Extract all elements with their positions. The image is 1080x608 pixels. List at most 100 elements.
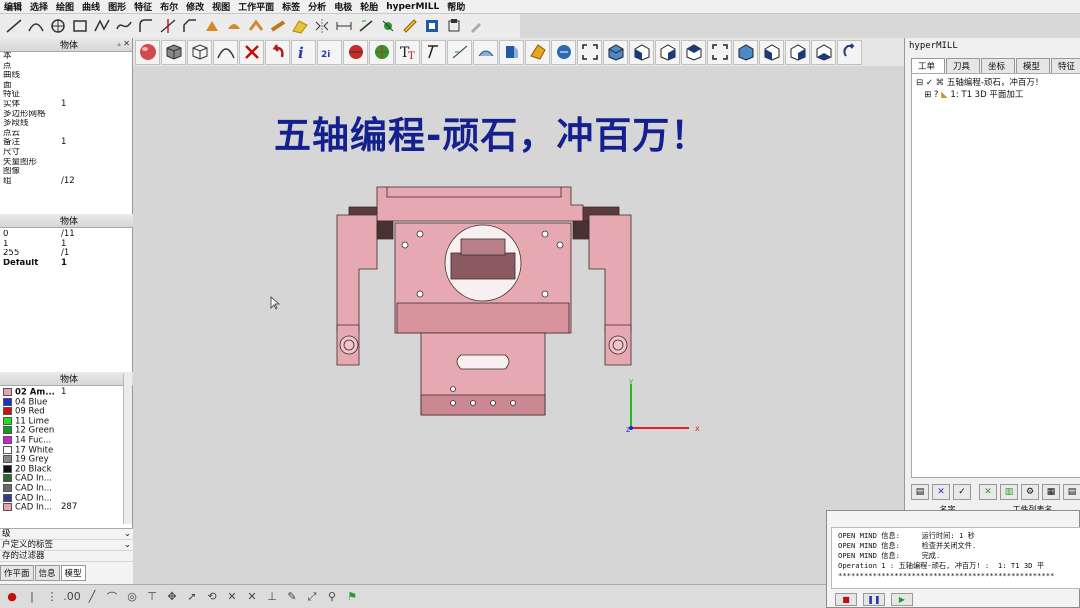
pen-tool-icon[interactable]: [466, 16, 486, 36]
info-2d-icon[interactable]: 2i: [317, 39, 342, 65]
render-icon[interactable]: [551, 39, 576, 65]
chamfer-tool-icon[interactable]: [180, 16, 200, 36]
list-item[interactable]: 组/12: [0, 176, 133, 187]
menu-item[interactable]: 轮胎: [356, 0, 382, 13]
cross-icon[interactable]: ✕: [224, 589, 240, 605]
arrow-icon[interactable]: ➚: [184, 589, 200, 605]
scan-icon[interactable]: [473, 39, 498, 65]
curve-icon[interactable]: [213, 39, 238, 65]
list-item[interactable]: 多段线: [0, 119, 133, 129]
pen-icon[interactable]: ✎: [284, 589, 300, 605]
color-list-item[interactable]: 02 Am... 1: [0, 387, 124, 398]
list-item[interactable]: 面: [0, 81, 133, 91]
filter-row-level[interactable]: 级 ⌄: [0, 529, 133, 540]
target-icon[interactable]: ◎: [124, 589, 140, 605]
menu-item[interactable]: 工作平面: [234, 0, 278, 13]
delete-icon[interactable]: ✕: [932, 484, 950, 500]
info-icon[interactable]: i: [291, 39, 316, 65]
left-view-icon[interactable]: [759, 39, 784, 65]
circle-tool-icon[interactable]: [48, 16, 68, 36]
menu-item[interactable]: 选择: [26, 0, 52, 13]
bars-icon[interactable]: ▥: [1000, 484, 1018, 500]
filter-row-saved-filters[interactable]: 存的过滤器: [0, 551, 133, 562]
mirror-tool-icon[interactable]: [312, 16, 332, 36]
stop-icon[interactable]: ■: [835, 593, 857, 606]
decimal-icon[interactable]: .00: [63, 589, 81, 605]
job-tree-root[interactable]: ⊟ ✓ ⌘ 五轴编程-顽石，冲百万！: [916, 77, 1076, 89]
gear-icon[interactable]: ⚙: [1021, 484, 1039, 500]
trim-tool-icon[interactable]: [158, 16, 178, 36]
line-icon[interactable]: ╱: [84, 589, 100, 605]
tab-model[interactable]: 模型: [60, 565, 86, 581]
menu-item[interactable]: 曲线: [78, 0, 104, 13]
list-item[interactable]: 点云: [0, 129, 133, 139]
spline-tool-icon[interactable]: [114, 16, 134, 36]
menu-item[interactable]: hyperMILL: [382, 2, 443, 12]
menu-item[interactable]: 编辑: [0, 0, 26, 13]
cross-2-icon[interactable]: ✕: [244, 589, 260, 605]
globe-icon[interactable]: [369, 39, 394, 65]
snap-icon[interactable]: ⊤: [144, 589, 160, 605]
color-list-item[interactable]: 17 White: [0, 445, 124, 456]
surface-tool-icon[interactable]: [290, 16, 310, 36]
chart-icon[interactable]: ▦: [1042, 484, 1060, 500]
sweep-tool-icon[interactable]: [246, 16, 266, 36]
top-view-icon[interactable]: [681, 39, 706, 65]
list-item[interactable]: 尺寸: [0, 148, 133, 158]
list-item[interactable]: 备注 1: [0, 138, 133, 148]
tab-3[interactable]: 模型: [1016, 58, 1050, 74]
job-tree-operation[interactable]: ⊞ ? ◣ 1: T1 3D 平面加工: [916, 89, 1076, 101]
color-list-item[interactable]: 20 Black: [0, 464, 124, 475]
shade-icon[interactable]: [525, 39, 550, 65]
tab-4[interactable]: 特征: [1051, 58, 1080, 74]
tab-1[interactable]: 刀具: [946, 58, 980, 74]
color-list-item[interactable]: 04 Blue: [0, 397, 124, 408]
globe-icon[interactable]: ●: [4, 589, 20, 605]
list-item[interactable]: 点: [0, 62, 133, 72]
move-icon[interactable]: ✥: [164, 589, 180, 605]
ball-icon[interactable]: [343, 39, 368, 65]
wand-icon[interactable]: ✕: [979, 484, 997, 500]
front-view-icon[interactable]: [629, 39, 654, 65]
color-list-scrollbar[interactable]: [123, 374, 132, 524]
curve-icon[interactable]: ⌒: [104, 589, 120, 605]
pin-icon[interactable]: ⚲: [324, 589, 340, 605]
drag-icon[interactable]: ⤢: [304, 589, 320, 605]
play-icon[interactable]: ▶: [891, 593, 913, 606]
menu-item[interactable]: 修改: [182, 0, 208, 13]
list-item[interactable]: 多边形网格: [0, 110, 133, 120]
loft-tool-icon[interactable]: [268, 16, 288, 36]
polyline-tool-icon[interactable]: [92, 16, 112, 36]
tab-workplane[interactable]: 作平面: [0, 565, 34, 581]
tab-0[interactable]: 工单: [911, 58, 945, 74]
iso-view-icon[interactable]: [603, 39, 628, 65]
list-item[interactable]: 实体 1: [0, 99, 133, 110]
rotate-view-icon[interactable]: [837, 39, 862, 65]
tool-icon[interactable]: ⊥: [264, 589, 280, 605]
back-view-icon[interactable]: [733, 39, 758, 65]
layer-tool-icon[interactable]: [444, 16, 464, 36]
color-list-item[interactable]: CAD In...: [0, 483, 124, 494]
vector-text-icon[interactable]: [421, 39, 446, 65]
color-list-item[interactable]: 14 Fuc...: [0, 435, 124, 446]
list-item[interactable]: 特征: [0, 90, 133, 100]
line-tool-icon[interactable]: [4, 16, 24, 36]
menu-item[interactable]: 分析: [304, 0, 330, 13]
color-list-item[interactable]: CAD In... 287: [0, 503, 124, 513]
menu-item[interactable]: 图形: [104, 0, 130, 13]
pause-icon[interactable]: ❚❚: [863, 593, 885, 606]
color-list-item[interactable]: 09 Red: [0, 407, 124, 417]
list-item[interactable]: 本: [0, 52, 133, 62]
list-icon[interactable]: ▤: [1063, 484, 1080, 500]
color-list-item[interactable]: 19 Grey: [0, 455, 124, 465]
check-icon[interactable]: ✓: [953, 484, 971, 500]
delete-x-icon[interactable]: [239, 39, 264, 65]
undo-icon[interactable]: [265, 39, 290, 65]
sphere-icon[interactable]: [135, 39, 160, 65]
dimension-tool-icon[interactable]: [334, 16, 354, 36]
color-list-item[interactable]: 12 Green: [0, 426, 124, 436]
snap-tool-icon[interactable]: [378, 16, 398, 36]
3d-viewport[interactable]: i 2i TT 五轴编程-顽石，冲百万！ y x z: [133, 38, 904, 584]
slope-icon[interactable]: [447, 39, 472, 65]
color-list-item[interactable]: 11 Lime: [0, 416, 124, 427]
